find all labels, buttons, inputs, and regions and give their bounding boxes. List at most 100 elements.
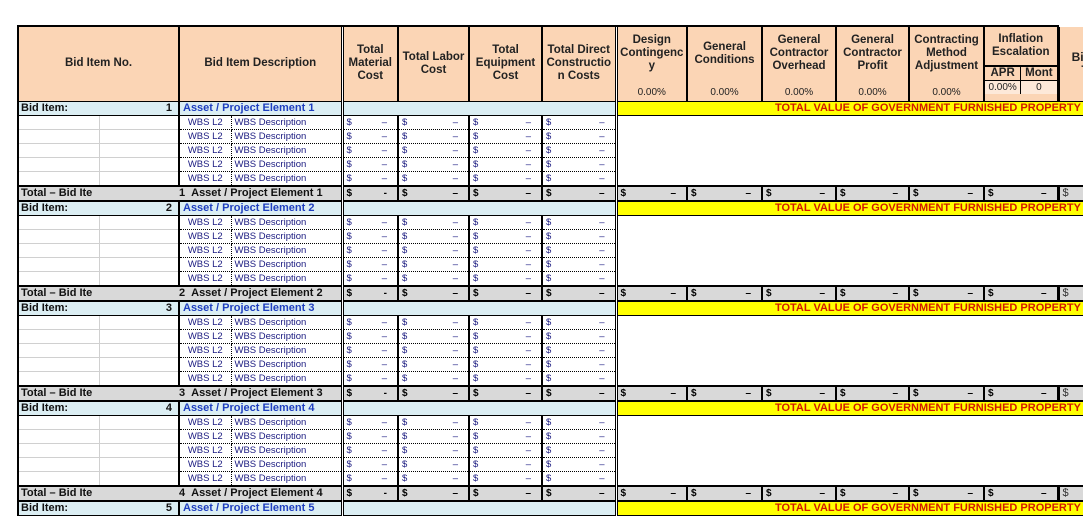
bid-item-name[interactable]: Asset / Project Element 2 (179, 200, 344, 216)
wbs-description[interactable]: WBS Description (231, 157, 344, 172)
total-gc-profit-cell[interactable]: $ – (836, 184, 911, 202)
direct-cost-cell[interactable]: $ – (542, 115, 618, 130)
wbs-description[interactable]: WBS Description (231, 357, 344, 372)
direct-cost-cell[interactable]: $ – (542, 171, 618, 186)
wbs-description[interactable]: WBS Description (231, 215, 344, 230)
equipment-cost-cell[interactable]: $ – (469, 171, 544, 186)
direct-cost-cell[interactable]: $ – (542, 457, 618, 472)
material-cost-cell[interactable]: $ – (342, 257, 400, 272)
total-general-conditions-cell[interactable]: $ – (687, 184, 764, 202)
labor-cost-cell[interactable]: $ – (398, 429, 471, 444)
total-material-cell[interactable]: $ - (342, 184, 400, 202)
wbs-description[interactable]: WBS Description (231, 371, 344, 386)
total-contracting-method-cell[interactable]: $ – (909, 284, 986, 302)
labor-cost-cell[interactable]: $ – (398, 215, 471, 230)
material-cost-cell[interactable]: $ – (342, 343, 400, 358)
direct-cost-cell[interactable]: $ – (542, 243, 618, 258)
material-cost-cell[interactable]: $ – (342, 143, 400, 158)
wbs-description[interactable]: WBS Description (231, 429, 344, 444)
total-material-cell[interactable]: $ - (342, 384, 400, 402)
wbs-code[interactable]: WBS L2 (179, 257, 232, 272)
contracting-method-pct[interactable]: 0.00% (910, 86, 982, 99)
equipment-cost-cell[interactable]: $ – (469, 115, 544, 130)
material-cost-cell[interactable]: $ – (342, 215, 400, 230)
labor-cost-cell[interactable]: $ – (398, 471, 471, 486)
total-direct-cell[interactable]: $ – (542, 184, 618, 202)
direct-cost-cell[interactable]: $ – (542, 443, 618, 458)
material-cost-cell[interactable]: $ – (342, 115, 400, 130)
direct-cost-cell[interactable]: $ – (542, 343, 618, 358)
labor-cost-cell[interactable]: $ – (398, 129, 471, 144)
direct-cost-cell[interactable]: $ – (542, 315, 618, 330)
total-contracting-method-cell[interactable]: $ – (909, 484, 986, 502)
total-material-cell[interactable]: $ - (342, 484, 400, 502)
total-gc-overhead-cell[interactable]: $ – (762, 484, 838, 502)
wbs-code[interactable]: WBS L2 (179, 429, 232, 444)
total-gc-overhead-cell[interactable]: $ – (762, 384, 838, 402)
direct-cost-cell[interactable]: $ – (542, 215, 618, 230)
wbs-description[interactable]: WBS Description (231, 257, 344, 272)
total-inflation-cell[interactable]: $ – (984, 184, 1060, 202)
wbs-description[interactable]: WBS Description (231, 171, 344, 186)
wbs-code[interactable]: WBS L2 (179, 357, 232, 372)
material-cost-cell[interactable]: $ – (342, 329, 400, 344)
direct-cost-cell[interactable]: $ – (542, 371, 618, 386)
wbs-code[interactable]: WBS L2 (179, 229, 232, 244)
equipment-cost-cell[interactable]: $ – (469, 329, 544, 344)
total-gc-overhead-cell[interactable]: $ – (762, 184, 838, 202)
total-bid-item-cell[interactable]: $- (1058, 284, 1083, 302)
direct-cost-cell[interactable]: $ – (542, 257, 618, 272)
equipment-cost-cell[interactable]: $ – (469, 229, 544, 244)
total-general-conditions-cell[interactable]: $ – (687, 484, 764, 502)
wbs-code[interactable]: WBS L2 (179, 329, 232, 344)
direct-cost-cell[interactable]: $ – (542, 471, 618, 486)
wbs-description[interactable]: WBS Description (231, 315, 344, 330)
wbs-code[interactable]: WBS L2 (179, 443, 232, 458)
total-equipment-cell[interactable]: $ – (469, 384, 544, 402)
wbs-code[interactable]: WBS L2 (179, 415, 232, 430)
total-bid-item-cell[interactable]: $- (1058, 384, 1083, 402)
total-inflation-cell[interactable]: $ – (984, 284, 1060, 302)
equipment-cost-cell[interactable]: $ – (469, 215, 544, 230)
wbs-description[interactable]: WBS Description (231, 271, 344, 286)
direct-cost-cell[interactable]: $ – (542, 143, 618, 158)
wbs-description[interactable]: WBS Description (231, 143, 344, 158)
total-direct-cell[interactable]: $ – (542, 384, 618, 402)
labor-cost-cell[interactable]: $ – (398, 329, 471, 344)
equipment-cost-cell[interactable]: $ – (469, 315, 544, 330)
material-cost-cell[interactable]: $ – (342, 457, 400, 472)
material-cost-cell[interactable]: $ – (342, 357, 400, 372)
total-inflation-cell[interactable]: $ – (984, 484, 1060, 502)
total-bid-item-cell[interactable]: $- (1058, 184, 1083, 202)
total-equipment-cell[interactable]: $ – (469, 184, 544, 202)
wbs-code[interactable]: WBS L2 (179, 471, 232, 486)
labor-cost-cell[interactable]: $ – (398, 271, 471, 286)
material-cost-cell[interactable]: $ – (342, 429, 400, 444)
equipment-cost-cell[interactable]: $ – (469, 429, 544, 444)
material-cost-cell[interactable]: $ – (342, 415, 400, 430)
material-cost-cell[interactable]: $ – (342, 243, 400, 258)
wbs-code[interactable]: WBS L2 (179, 143, 232, 158)
gc-overhead-pct[interactable]: 0.00% (763, 86, 834, 99)
direct-cost-cell[interactable]: $ – (542, 229, 618, 244)
total-general-conditions-cell[interactable]: $ – (687, 284, 764, 302)
equipment-cost-cell[interactable]: $ – (469, 129, 544, 144)
total-bid-item-cell[interactable]: $- (1058, 484, 1083, 502)
wbs-code[interactable]: WBS L2 (179, 171, 232, 186)
material-cost-cell[interactable]: $ – (342, 129, 400, 144)
total-material-cell[interactable]: $ - (342, 284, 400, 302)
total-gc-profit-cell[interactable]: $ – (836, 384, 911, 402)
material-cost-cell[interactable]: $ – (342, 229, 400, 244)
wbs-code[interactable]: WBS L2 (179, 215, 232, 230)
total-design-contingency-cell[interactable]: $ – (616, 484, 689, 502)
wbs-code[interactable]: WBS L2 (179, 457, 232, 472)
equipment-cost-cell[interactable]: $ – (469, 471, 544, 486)
material-cost-cell[interactable]: $ – (342, 271, 400, 286)
total-labor-cell[interactable]: $ – (398, 284, 471, 302)
total-contracting-method-cell[interactable]: $ – (909, 184, 986, 202)
wbs-description[interactable]: WBS Description (231, 415, 344, 430)
wbs-code[interactable]: WBS L2 (179, 129, 232, 144)
labor-cost-cell[interactable]: $ – (398, 243, 471, 258)
labor-cost-cell[interactable]: $ – (398, 171, 471, 186)
bid-item-name[interactable]: Asset / Project Element 4 (179, 400, 344, 416)
